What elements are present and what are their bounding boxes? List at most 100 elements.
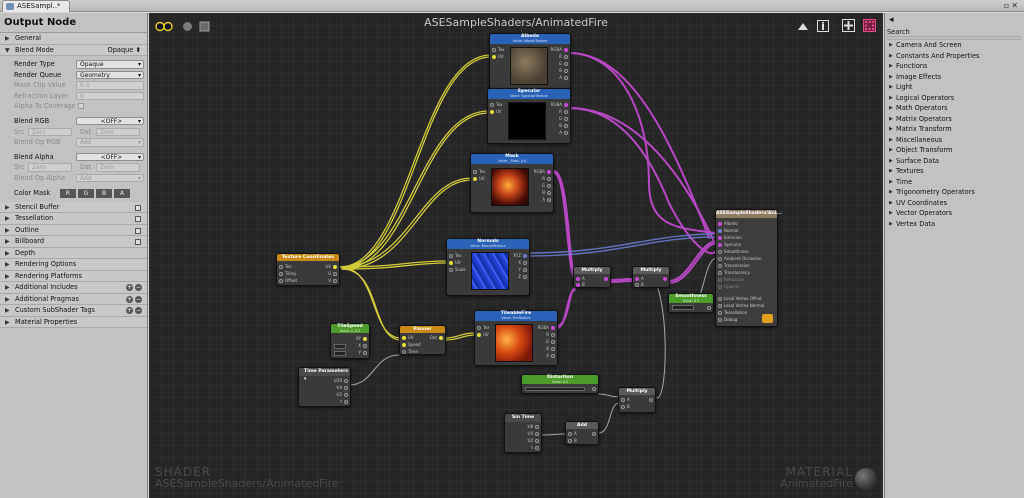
distortion-node[interactable]: Distortion Value: 0.5 [521, 374, 599, 394]
output-ao-input[interactable]: Ambient Occlusion [718, 256, 762, 261]
category-image-effects[interactable]: Image Effects [885, 72, 1024, 83]
render-type-dropdown[interactable]: Opaque [76, 60, 144, 69]
multiply1-a-input[interactable]: A [576, 276, 585, 281]
section-billboard[interactable]: ▶ Billboard [0, 236, 147, 248]
specular-rgba-output[interactable]: RGBA [551, 102, 568, 107]
normals-x-output[interactable]: X [518, 260, 527, 265]
color-mask-r[interactable]: R [60, 188, 76, 198]
normals-node[interactable]: Normals Value: NormalTexture Tex UV Scale… [446, 238, 530, 296]
shader-icon[interactable] [199, 17, 210, 32]
category-matrix-transform[interactable]: Matrix Transform [885, 124, 1024, 135]
time-parameters-node[interactable]: Time Parameters ▾ t/20 t/4 t/2 t [298, 367, 351, 407]
texture-coordinates-node[interactable]: Texture Coordinates Tex Tiling Offset UV… [276, 253, 340, 286]
billboard-checkbox[interactable] [135, 239, 141, 246]
multiply1-output[interactable] [602, 276, 608, 281]
section-tessellation[interactable]: ▶ Tessellation [0, 213, 147, 225]
tessellation-checkbox[interactable] [135, 216, 141, 223]
specular-r-output[interactable]: R [559, 109, 568, 114]
mask-r-output[interactable]: R [542, 176, 551, 181]
master-output-node[interactable]: ASESampleShaders/Ani... Albedo Normal Em… [715, 209, 782, 327]
normals-uv-input[interactable]: UV [449, 260, 461, 265]
tilespeed-xy-output[interactable]: XY [356, 336, 367, 341]
sin-time-node[interactable]: Sin Time t/8 t/4 t/2 t [504, 413, 542, 453]
normals-tex-input[interactable]: Tex [449, 253, 462, 258]
add-pragma-icon[interactable]: + [126, 295, 133, 303]
outline-checkbox[interactable] [135, 227, 141, 234]
normals-scale-input[interactable]: Scale [449, 267, 466, 272]
texcoords-offset-input[interactable]: Offset [279, 278, 297, 283]
normals-z-output[interactable]: Z [518, 274, 527, 279]
mask-rgba-output[interactable]: RGBA [534, 169, 551, 174]
smoothness-output[interactable] [705, 305, 711, 310]
output-smoothness-input[interactable]: Smoothness [718, 249, 749, 254]
section-material-properties[interactable]: ▶ Material Properties [0, 316, 147, 329]
category-matrix-operators[interactable]: Matrix Operators [885, 114, 1024, 125]
sintime-t2-output[interactable]: t/2 [528, 438, 539, 443]
save-shader-icon[interactable] [762, 314, 773, 323]
add-a-input[interactable]: A [568, 431, 577, 436]
specular-tex-input[interactable]: Tex [490, 102, 503, 107]
tilespeed-x-output[interactable]: X [358, 343, 367, 348]
tileablefire-rgba-output[interactable]: RGBA [538, 325, 555, 330]
tilespeed-node[interactable]: TileSpeed Value: 1, 0.5 XY X Y [330, 323, 370, 359]
panner-time-input[interactable]: Time [402, 349, 418, 354]
tileablefire-uv-input[interactable]: UV [477, 332, 489, 337]
albedo-a-output[interactable]: A [559, 75, 568, 80]
specular-node[interactable]: Specular Value: SpecularTexture Tex UV RG… [487, 88, 571, 144]
sintime-t8-output[interactable]: t/8 [528, 424, 539, 429]
specular-b-output[interactable]: B [559, 123, 568, 128]
specular-uv-input[interactable]: UV [490, 109, 502, 114]
multiply-node-2[interactable]: Multiply A B [632, 266, 670, 288]
dst-rgb-dropdown[interactable]: Zero [96, 127, 140, 137]
color-mask-a[interactable]: A [114, 188, 130, 198]
texcoords-u-output[interactable]: U [328, 271, 337, 276]
output-vertex-normal-input[interactable]: Local Vertex Normal [718, 303, 764, 308]
add-tag-icon[interactable]: + [126, 307, 133, 315]
section-additional-pragmas[interactable]: ▶ Additional Pragmas + − [0, 293, 147, 306]
remove-tag-icon[interactable]: − [135, 307, 142, 315]
panner-out-output[interactable]: Out [430, 335, 443, 340]
dst-alpha-dropdown[interactable]: Zero [96, 163, 140, 172]
texcoords-v-output[interactable]: V [328, 278, 337, 283]
multiply3-a-input[interactable]: A [621, 397, 630, 402]
category-vector-operators[interactable]: Vector Operators [885, 208, 1024, 219]
section-general[interactable]: ▶ General [0, 33, 147, 45]
add-node[interactable]: Add A B [565, 421, 599, 445]
output-albedo-input[interactable]: Albedo [718, 221, 738, 226]
output-refraction-input[interactable]: Refraction [718, 277, 744, 282]
section-additional-includes[interactable]: ▶ Additional Includes + − [0, 282, 147, 294]
panner-node[interactable]: Panner UV Speed Time Out [399, 325, 446, 355]
normals-y-output[interactable]: Y [519, 267, 527, 272]
node-canvas[interactable]: ASESampleShaders/AnimatedFire Albedo Valu… [149, 13, 883, 498]
mask-clip-field[interactable]: 0.5 [76, 81, 144, 90]
mask-tex-input[interactable]: Tex [473, 169, 486, 174]
collapse-palette-icon[interactable]: ◂ [889, 15, 894, 25]
albedo-rgba-output[interactable]: RGBA [551, 47, 568, 52]
category-light[interactable]: Light [885, 82, 1024, 93]
albedo-g-output[interactable]: G [559, 61, 568, 66]
output-opacity-input[interactable]: Opacity [718, 284, 739, 289]
category-miscellaneous[interactable]: Miscellaneous [885, 135, 1024, 146]
src-rgb-dropdown[interactable]: Zero [28, 127, 72, 137]
albedo-node[interactable]: Albedo Value: AlbedoTexture Tex UV RGBA R… [489, 33, 571, 89]
multiply3-b-input[interactable]: B [621, 404, 630, 409]
albedo-uv-input[interactable]: UV [492, 54, 504, 59]
add-b-input[interactable]: B [568, 438, 577, 443]
blend-op-alpha-dropdown[interactable]: Add [76, 173, 144, 183]
tileablefire-r-output[interactable]: R [546, 332, 555, 337]
output-translucency-input[interactable]: Translucency [718, 270, 750, 275]
output-vertex-offset-input[interactable]: Local Vertex Offset [718, 296, 762, 301]
category-math-operators[interactable]: Math Operators [885, 103, 1024, 114]
multiply2-a-input[interactable]: A [635, 276, 644, 281]
category-surface-data[interactable]: Surface Data [885, 156, 1024, 167]
multiply2-output[interactable] [661, 276, 667, 281]
tab-shader-editor[interactable]: ASESampl..* [2, 0, 70, 12]
sintime-t4-output[interactable]: t/4 [528, 431, 539, 436]
distortion-slider[interactable] [525, 387, 585, 391]
smoothness-node[interactable]: Smoothness Value: 0.5 [668, 293, 714, 313]
texcoords-uv-output[interactable]: UV [325, 264, 337, 269]
panner-speed-input[interactable]: Speed [402, 342, 421, 347]
output-normal-input[interactable]: Normal [718, 228, 738, 233]
category-uv-coordinates[interactable]: UV Coordinates [885, 198, 1024, 209]
tilespeed-x-field[interactable] [334, 344, 346, 349]
